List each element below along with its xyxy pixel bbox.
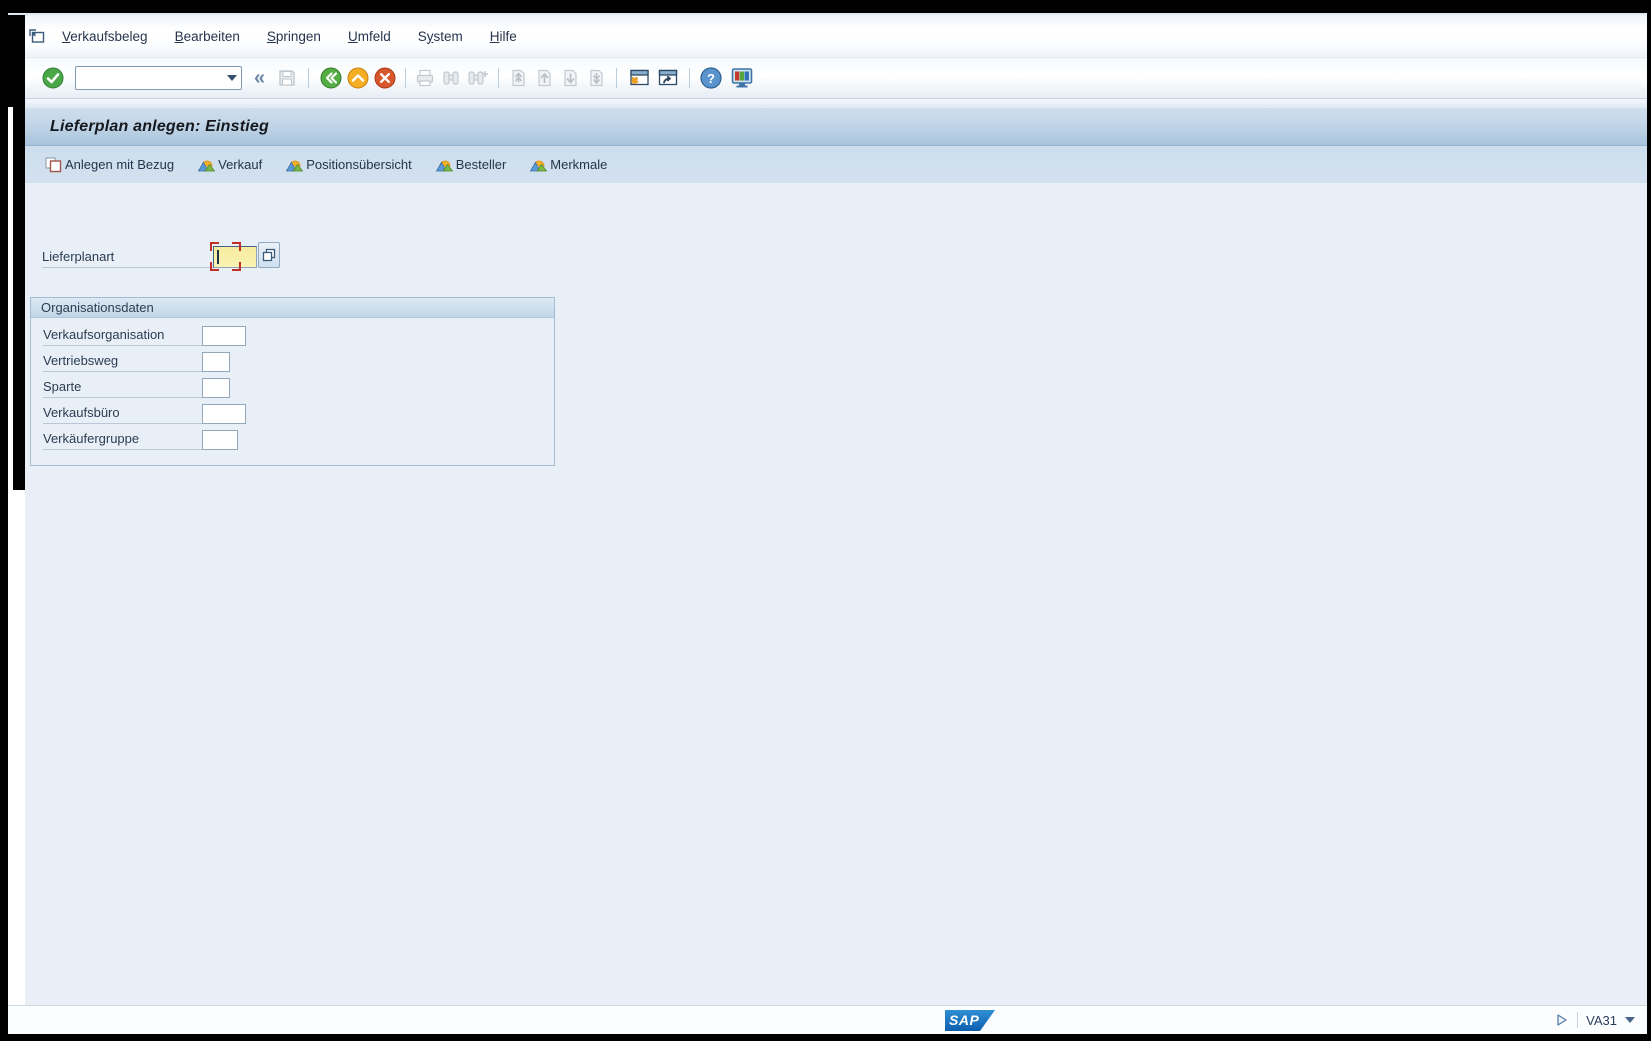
find-next-icon	[467, 68, 488, 88]
org-field-row-vertriebsweg: Vertriebsweg	[43, 346, 554, 372]
collapse-chevron-icon[interactable]: «	[254, 68, 265, 88]
app-toolbar-button-anlegen-mit-bezug[interactable]: Anlegen mit Bezug	[45, 157, 174, 173]
main-window-area: Verkaufsbeleg Bearbeiten Springen Umfeld Sys…	[25, 15, 1647, 1005]
status-bar-right: VA31	[1555, 1006, 1635, 1034]
enter-icon[interactable]	[42, 67, 64, 89]
menu-bar: Verkaufsbeleg Bearbeiten Springen Umfeld Sys…	[25, 15, 1647, 58]
field-label-sparte: Sparte	[43, 379, 202, 398]
org-field-row-verk-ufergruppe: Verkäufergruppe	[43, 424, 554, 450]
help-icon[interactable]: ?	[700, 67, 722, 89]
menu-item-bearbeiten[interactable]: Bearbeiten	[175, 29, 240, 44]
app-toolbar-button-label: Besteller	[456, 157, 507, 172]
menu-item-system[interactable]: System	[418, 29, 463, 44]
possible-entries-icon	[262, 248, 276, 262]
application-toolbar: Anlegen mit Bezug Verkauf Positionsübers…	[25, 146, 1647, 183]
status-dropdown-icon[interactable]	[1625, 1017, 1635, 1023]
item-overview-icon	[286, 157, 303, 173]
system-menu-icon[interactable]	[28, 28, 46, 44]
field-label-verkaufsb-ro: Verkaufsbüro	[43, 405, 202, 424]
toolbar-separator	[498, 68, 499, 88]
lieferplanart-row: Lieferplanart	[42, 242, 280, 268]
app-toolbar-button-label: Anlegen mit Bezug	[65, 157, 174, 172]
lieferplanart-label: Lieferplanart	[42, 249, 213, 268]
field-input-sparte[interactable]	[202, 378, 230, 398]
menu-item-umfeld[interactable]: Umfeld	[348, 29, 391, 44]
cancel-icon[interactable]	[374, 67, 396, 89]
status-separator	[1577, 1012, 1578, 1028]
toolbar-separator	[689, 68, 690, 88]
field-input-verk-ufergruppe[interactable]	[202, 430, 238, 450]
search-help-button[interactable]	[258, 242, 280, 268]
ordering-party-icon	[436, 157, 453, 173]
back-icon[interactable]	[320, 67, 342, 89]
exit-icon[interactable]	[347, 67, 369, 89]
groupbox-title: Organisationsdaten	[31, 298, 554, 318]
focus-corner	[210, 262, 219, 271]
save-icon	[277, 68, 297, 88]
sap-logo: SAP	[945, 1010, 995, 1031]
toolbar-separator	[308, 68, 309, 88]
expand-status-icon[interactable]	[1555, 1013, 1569, 1027]
app-toolbar-button-label: Merkmale	[550, 157, 607, 172]
system-toolbar: «	[25, 58, 1647, 99]
field-input-vertriebsweg[interactable]	[202, 352, 230, 372]
sap-gui-window: Verkaufsbeleg Bearbeiten Springen Umfeld Sys…	[0, 0, 1651, 1041]
org-field-row-sparte: Sparte	[43, 372, 554, 398]
page-down-icon	[561, 68, 580, 88]
organisationsdaten-groupbox: Organisationsdaten VerkaufsorganisationV…	[30, 297, 555, 466]
org-field-row-verkaufsb-ro: Verkaufsbüro	[43, 398, 554, 424]
org-field-row-verkaufsorganisation: Verkaufsorganisation	[43, 320, 554, 346]
first-page-icon	[509, 68, 528, 88]
page-title: Lieferplan anlegen: Einstieg	[50, 118, 269, 136]
page-up-icon	[535, 68, 554, 88]
focus-corner	[210, 242, 219, 251]
title-bar: Lieferplan anlegen: Einstieg	[25, 108, 1647, 146]
field-label-verk-ufergruppe: Verkäufergruppe	[43, 431, 202, 450]
content-area: Lieferplanart Organisationsdaten	[25, 183, 1647, 1007]
focus-corner	[232, 262, 241, 271]
lieferplanart-field	[213, 246, 257, 268]
app-toolbar-button-label: Positionsübersicht	[306, 157, 412, 172]
status-bar: SAP VA31	[8, 1005, 1647, 1034]
print-icon	[415, 68, 435, 88]
characteristics-icon	[530, 157, 547, 173]
sales-overview-icon	[198, 157, 215, 173]
find-icon	[441, 68, 461, 88]
menu-item-springen[interactable]: Springen	[267, 29, 321, 44]
app-toolbar-button-besteller[interactable]: Besteller	[436, 157, 507, 173]
command-dropdown-icon[interactable]	[227, 75, 237, 81]
create-shortcut-icon[interactable]	[657, 68, 679, 89]
field-input-verkaufsb-ro[interactable]	[202, 404, 246, 424]
app-toolbar-button-verkauf[interactable]: Verkauf	[198, 157, 262, 173]
menu-bar-items: Verkaufsbeleg Bearbeiten Springen Umfeld Sys…	[62, 29, 517, 44]
menu-item-verkaufsbeleg[interactable]: Verkaufsbeleg	[62, 29, 148, 44]
org-fields: Verkaufsorganisation Vertriebsweg Sparte Ve…	[31, 318, 554, 450]
toolbar-title-gap	[25, 99, 1647, 108]
transaction-code: VA31	[1586, 1013, 1617, 1028]
field-label-verkaufsorganisation: Verkaufsorganisation	[43, 327, 202, 346]
toolbar-separator	[405, 68, 406, 88]
command-field[interactable]	[75, 66, 242, 90]
toolbar-separator	[616, 68, 617, 88]
new-session-icon[interactable]	[628, 68, 650, 89]
create-with-reference-icon	[45, 157, 62, 173]
app-toolbar-button-positions-bersicht[interactable]: Positionsübersicht	[286, 157, 412, 173]
command-input[interactable]	[78, 68, 222, 88]
app-toolbar-button-label: Verkauf	[218, 157, 262, 172]
svg-text:?: ?	[707, 71, 715, 86]
app-toolbar-button-merkmale[interactable]: Merkmale	[530, 157, 607, 173]
window-left-margin	[13, 490, 25, 1005]
focus-corner	[232, 242, 241, 251]
menu-item-hilfe[interactable]: Hilfe	[490, 29, 517, 44]
field-label-vertriebsweg: Vertriebsweg	[43, 353, 202, 372]
customize-layout-icon[interactable]	[730, 67, 754, 89]
last-page-icon	[587, 68, 606, 88]
field-input-verkaufsorganisation[interactable]	[202, 326, 246, 346]
